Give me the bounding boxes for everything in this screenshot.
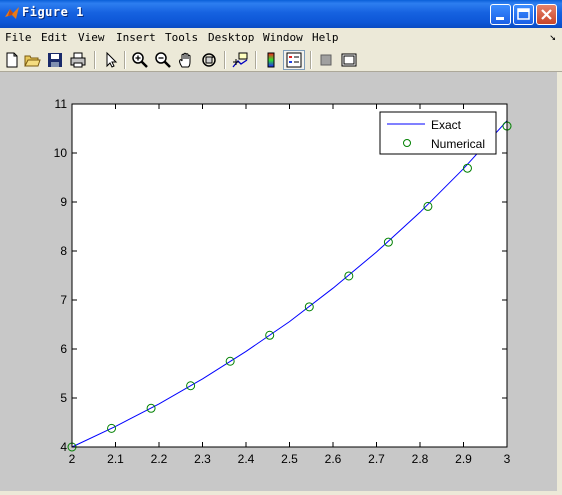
maximize-icon xyxy=(517,8,530,20)
close-button[interactable] xyxy=(536,4,557,25)
x-tick-label: 2.6 xyxy=(325,452,342,466)
open-file-icon[interactable] xyxy=(23,51,41,69)
edit-plot-arrow-icon[interactable] xyxy=(101,51,119,69)
x-tick-label: 3 xyxy=(504,452,511,466)
print-icon[interactable] xyxy=(69,51,87,69)
rotate-3d-icon[interactable] xyxy=(200,51,218,69)
matlab-logo-icon xyxy=(5,7,19,19)
x-tick-label: 2.3 xyxy=(194,452,211,466)
legend[interactable]: Exact Numerical xyxy=(379,111,497,155)
insert-legend-icon xyxy=(286,52,302,68)
y-tick-label: 5 xyxy=(60,391,67,405)
plot-chart: 4 5 6 7 8 9 10 11 2 2.1 2.2 2.3 2.4 2.5 2.6 2.7 2.8 2.9 3… xyxy=(54,97,512,466)
x-tick-label: 2.8 xyxy=(412,452,429,466)
y-tick-label: 9 xyxy=(60,195,67,209)
toolbar-separator xyxy=(94,51,96,69)
y-tick-label: 4 xyxy=(60,440,67,454)
y-tick-label: 7 xyxy=(60,293,67,307)
legend-numerical-label: Numerical xyxy=(431,137,485,151)
x-tick-label: 2.4 xyxy=(238,452,255,466)
toolbar-separator xyxy=(310,51,312,69)
menu-file[interactable]: File xyxy=(5,31,32,44)
menu-tools[interactable]: Tools xyxy=(165,31,198,44)
show-plot-tools-icon[interactable] xyxy=(340,51,358,69)
window-right-border xyxy=(557,72,562,491)
x-tick-label: 2.5 xyxy=(281,452,298,466)
menu-desktop[interactable]: Desktop xyxy=(208,31,254,44)
figure-canvas: 4 5 6 7 8 9 10 11 2 2.1 2.2 2.3 2.4 2.5 2.6 2.7 2.8 2.9 3… xyxy=(0,72,557,491)
x-tick-label: 2 xyxy=(69,452,76,466)
menu-insert[interactable]: Insert xyxy=(116,31,156,44)
zoom-out-icon[interactable] xyxy=(154,51,172,69)
new-figure-icon[interactable] xyxy=(3,51,21,69)
x-tick-label: 2.7 xyxy=(368,452,385,466)
toolbar-separator xyxy=(124,51,126,69)
x-tick-label: 2.1 xyxy=(107,452,124,466)
minimize-icon xyxy=(496,17,504,20)
y-tick-label: 11 xyxy=(55,97,68,111)
y-tick-label: 6 xyxy=(60,342,67,356)
axes-background xyxy=(72,104,507,447)
toolbar-separator xyxy=(224,51,226,69)
menu-edit[interactable]: Edit xyxy=(41,31,68,44)
save-icon[interactable] xyxy=(46,51,64,69)
menu-bar: File Edit View Insert Tools Desktop Wind… xyxy=(0,28,562,48)
y-tick-label: 10 xyxy=(54,146,68,160)
menu-window[interactable]: Window xyxy=(263,31,303,44)
legend-exact-label: Exact xyxy=(431,118,462,132)
figure-toolbar xyxy=(0,48,562,72)
window-titlebar[interactable]: Figure 1 xyxy=(0,0,562,28)
window-title: Figure 1 xyxy=(22,5,84,19)
menu-overflow-icon[interactable]: ↘ xyxy=(549,30,556,43)
menu-help[interactable]: Help xyxy=(312,31,339,44)
x-tick-label: 2.2 xyxy=(151,452,168,466)
minimize-button[interactable] xyxy=(490,4,511,25)
data-cursor-icon[interactable] xyxy=(231,51,249,69)
toolbar-separator xyxy=(255,51,257,69)
insert-colorbar-icon[interactable] xyxy=(262,51,280,69)
y-tick-label: 8 xyxy=(60,244,67,258)
menu-view[interactable]: View xyxy=(78,31,105,44)
zoom-in-icon[interactable] xyxy=(131,51,149,69)
pan-hand-icon[interactable] xyxy=(177,51,195,69)
hide-plot-tools-icon[interactable] xyxy=(317,51,335,69)
close-icon xyxy=(541,9,552,20)
insert-legend-button[interactable] xyxy=(283,50,305,70)
maximize-button[interactable] xyxy=(513,4,534,25)
x-tick-label: 2.9 xyxy=(455,452,472,466)
